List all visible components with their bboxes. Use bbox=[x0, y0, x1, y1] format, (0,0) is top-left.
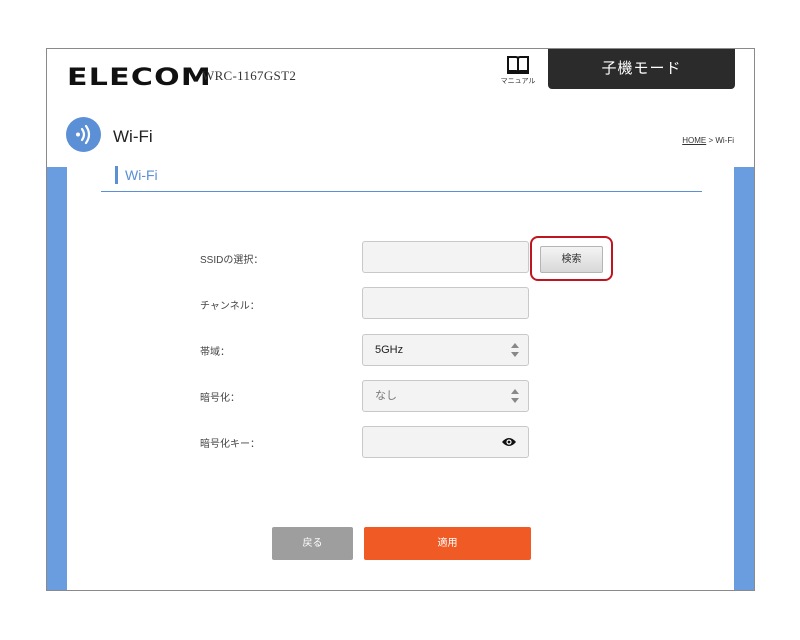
page-title: Wi-Fi bbox=[113, 127, 153, 146]
manual-button[interactable]: マニュアル bbox=[495, 55, 541, 91]
elecom-logo: ELECOM bbox=[67, 63, 212, 91]
encryption-select-value: なし bbox=[375, 390, 397, 402]
manual-label: マニュアル bbox=[500, 78, 536, 85]
breadcrumb-separator: > bbox=[706, 136, 716, 145]
encryption-key-input[interactable] bbox=[362, 426, 529, 458]
section-divider bbox=[101, 191, 702, 192]
encryption-label: 暗号化： bbox=[200, 393, 240, 404]
wifi-badge bbox=[66, 117, 101, 152]
channel-input[interactable] bbox=[362, 287, 529, 319]
band-select-value: 5GHz bbox=[375, 344, 404, 356]
breadcrumb-home-link[interactable]: HOME bbox=[682, 136, 706, 145]
search-button[interactable]: 検索 bbox=[540, 246, 603, 273]
left-accent-bar bbox=[47, 167, 67, 590]
up-down-arrows-icon bbox=[511, 389, 519, 403]
breadcrumb-current: Wi-Fi bbox=[715, 136, 734, 145]
right-accent-bar bbox=[734, 167, 754, 590]
section-title: Wi-Fi bbox=[115, 166, 158, 184]
up-down-arrows-icon bbox=[511, 343, 519, 357]
app-window: ELECOM WRC-1167GST2 マニュアル 子機モード Wi-Fi HO… bbox=[46, 48, 755, 591]
encryption-key-label: 暗号化キー： bbox=[200, 439, 260, 450]
ssid-label: SSIDの選択： bbox=[200, 255, 264, 266]
mode-button[interactable]: 子機モード bbox=[548, 49, 735, 89]
apply-button[interactable]: 適用 bbox=[364, 527, 531, 560]
wifi-icon bbox=[76, 124, 91, 145]
back-button[interactable]: 戻る bbox=[272, 527, 353, 560]
book-icon bbox=[507, 56, 529, 74]
band-label: 帯域： bbox=[200, 347, 230, 358]
model-name: WRC-1167GST2 bbox=[202, 68, 297, 83]
breadcrumb: HOME > Wi-Fi bbox=[682, 136, 734, 145]
band-select[interactable]: 5GHz bbox=[362, 334, 529, 366]
channel-label: チャンネル： bbox=[200, 301, 260, 312]
ssid-input[interactable] bbox=[362, 241, 529, 273]
encryption-select[interactable]: なし bbox=[362, 380, 529, 412]
eye-icon[interactable] bbox=[501, 436, 517, 448]
